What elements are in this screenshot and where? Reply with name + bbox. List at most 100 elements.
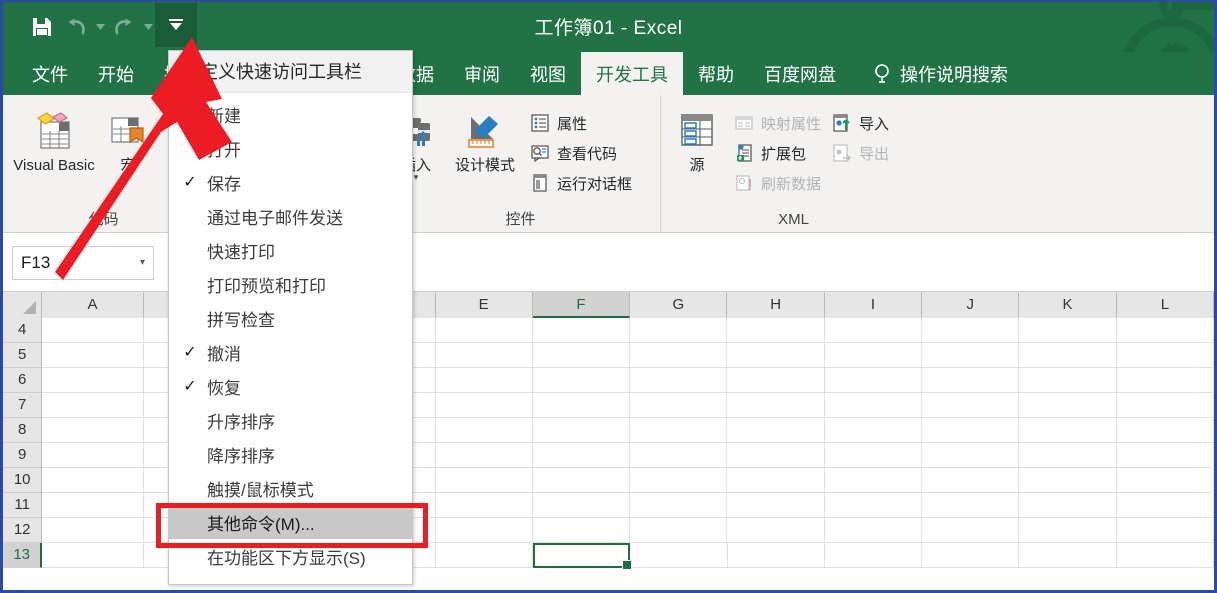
cell-l7[interactable]	[1117, 393, 1214, 418]
menu-item-print-preview[interactable]: 打印预览和打印	[169, 267, 412, 301]
cell-k12[interactable]	[1019, 518, 1116, 543]
menu-item-redo[interactable]: ✓ 恢复	[169, 369, 412, 403]
menu-item-spell-check[interactable]: 拼写检查	[169, 301, 412, 335]
row-header-9[interactable]: 9	[3, 443, 42, 468]
menu-item-more-commands[interactable]: 其他命令(M)...	[169, 505, 412, 539]
menu-item-open[interactable]: 打开	[169, 131, 412, 165]
tell-me-search[interactable]: 操作说明搜索	[851, 52, 1008, 95]
cell-f9[interactable]	[533, 443, 630, 468]
cell-f5[interactable]	[533, 343, 630, 368]
cell-l6[interactable]	[1117, 368, 1214, 393]
cell-k5[interactable]	[1019, 343, 1116, 368]
insert-control-caret[interactable]: ▾	[414, 174, 419, 180]
cell-a10[interactable]	[42, 468, 143, 493]
cell-g8[interactable]	[630, 418, 727, 443]
cell-a4[interactable]	[42, 318, 143, 343]
menu-item-save[interactable]: ✓ 保存	[169, 165, 412, 199]
menu-item-quick-print[interactable]: 快速打印	[169, 233, 412, 267]
cell-g11[interactable]	[630, 493, 727, 518]
cell-i6[interactable]	[825, 368, 922, 393]
cell-k7[interactable]	[1019, 393, 1116, 418]
menu-item-show-below-ribbon[interactable]: 在功能区下方显示(S)	[169, 539, 412, 573]
cell-h6[interactable]	[727, 368, 824, 393]
cell-i10[interactable]	[825, 468, 922, 493]
cell-g10[interactable]	[630, 468, 727, 493]
menu-item-undo[interactable]: ✓ 撤消	[169, 335, 412, 369]
cell-i8[interactable]	[825, 418, 922, 443]
tab-baidu-netdisk[interactable]: 百度网盘	[749, 52, 851, 95]
cell-e12[interactable]	[436, 518, 533, 543]
menu-item-sort-asc[interactable]: 升序排序	[169, 403, 412, 437]
cell-e9[interactable]	[436, 443, 533, 468]
export-button[interactable]: 导出	[827, 139, 893, 167]
cell-i9[interactable]	[825, 443, 922, 468]
cell-i12[interactable]	[825, 518, 922, 543]
cell-a5[interactable]	[42, 343, 143, 368]
cell-a6[interactable]	[42, 368, 143, 393]
cell-h12[interactable]	[727, 518, 824, 543]
cell-a9[interactable]	[42, 443, 143, 468]
cell-l12[interactable]	[1117, 518, 1214, 543]
cell-h13[interactable]	[728, 543, 825, 568]
cell-l11[interactable]	[1117, 493, 1214, 518]
menu-item-sort-desc[interactable]: 降序排序	[169, 437, 412, 471]
cell-j6[interactable]	[922, 368, 1019, 393]
cell-e6[interactable]	[436, 368, 533, 393]
row-header-8[interactable]: 8	[3, 418, 42, 443]
cell-j8[interactable]	[922, 418, 1019, 443]
cell-f11[interactable]	[533, 493, 630, 518]
cell-g13[interactable]	[630, 543, 727, 568]
run-dialog-button[interactable]: 运行对话框	[525, 169, 636, 197]
cell-h9[interactable]	[727, 443, 824, 468]
column-header-l[interactable]: L	[1117, 292, 1214, 318]
expansion-pack-button[interactable]: 扩展包	[729, 139, 825, 167]
cell-l5[interactable]	[1117, 343, 1214, 368]
cell-f4[interactable]	[533, 318, 630, 343]
view-code-button[interactable]: 查看代码	[525, 139, 636, 167]
row-header-13[interactable]: 13	[3, 543, 42, 568]
row-header-6[interactable]: 6	[3, 368, 42, 393]
cell-h4[interactable]	[727, 318, 824, 343]
cell-k8[interactable]	[1019, 418, 1116, 443]
cell-f13[interactable]	[533, 543, 630, 568]
cell-h7[interactable]	[727, 393, 824, 418]
tab-home[interactable]: 开始	[83, 52, 149, 95]
cell-g12[interactable]	[630, 518, 727, 543]
macro-button[interactable]: 宏	[95, 103, 161, 174]
cell-j13[interactable]	[922, 543, 1019, 568]
refresh-data-button[interactable]: 刷新数据	[729, 169, 825, 197]
cell-h11[interactable]	[727, 493, 824, 518]
name-box[interactable]: F13 ▾	[12, 246, 154, 280]
row-header-5[interactable]: 5	[3, 343, 42, 368]
xml-source-button[interactable]: 源	[667, 103, 727, 174]
cell-i7[interactable]	[825, 393, 922, 418]
cell-j4[interactable]	[922, 318, 1019, 343]
cell-e11[interactable]	[436, 493, 533, 518]
column-header-j[interactable]: J	[922, 292, 1019, 318]
cell-j11[interactable]	[922, 493, 1019, 518]
row-header-11[interactable]: 11	[3, 493, 42, 518]
menu-item-new[interactable]: 新建	[169, 97, 412, 131]
cell-e13[interactable]	[436, 543, 533, 568]
cell-g7[interactable]	[630, 393, 727, 418]
cell-l9[interactable]	[1117, 443, 1214, 468]
cell-g4[interactable]	[630, 318, 727, 343]
cell-k9[interactable]	[1019, 443, 1116, 468]
cell-j9[interactable]	[922, 443, 1019, 468]
cell-a12[interactable]	[42, 518, 143, 543]
cell-a11[interactable]	[42, 493, 143, 518]
menu-item-touch-mouse-mode[interactable]: 触摸/鼠标模式	[169, 471, 412, 505]
tab-view[interactable]: 视图	[515, 52, 581, 95]
cell-f10[interactable]	[533, 468, 630, 493]
column-header-g[interactable]: G	[630, 292, 727, 318]
cell-f8[interactable]	[533, 418, 630, 443]
cell-l13[interactable]	[1117, 543, 1214, 568]
row-header-4[interactable]: 4	[3, 318, 42, 343]
row-header-12[interactable]: 12	[3, 518, 42, 543]
cell-k13[interactable]	[1019, 543, 1116, 568]
cell-i4[interactable]	[825, 318, 922, 343]
cell-l10[interactable]	[1117, 468, 1214, 493]
cell-k4[interactable]	[1019, 318, 1116, 343]
tab-developer[interactable]: 开发工具	[581, 52, 683, 95]
cell-a13[interactable]	[42, 543, 143, 568]
